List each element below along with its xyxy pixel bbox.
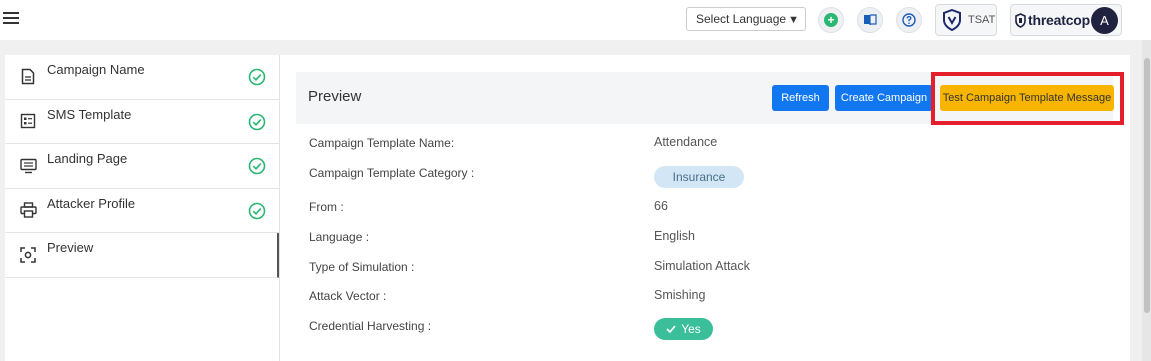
step-landing-page[interactable]: Landing Page (5, 144, 279, 189)
question-icon (902, 13, 916, 27)
help-button[interactable] (896, 7, 922, 33)
check-circle-icon (248, 68, 266, 86)
check-circle-icon (248, 202, 266, 219)
page-title: Preview (308, 88, 362, 105)
check-circle-icon (248, 157, 266, 175)
field-value: Smishing (654, 288, 706, 302)
step-preview[interactable]: Preview (5, 233, 279, 278)
step-label: Landing Page (47, 151, 128, 167)
guide-button[interactable] (857, 7, 883, 33)
brand-logo[interactable]: threatcop A (1010, 4, 1122, 36)
steps-sidebar: Campaign Name SMS Template Landing Page … (5, 55, 280, 361)
category-badge: Insurance (654, 166, 744, 188)
top-bar: Select Language ▼ + TSAT threatcop A (0, 0, 1151, 40)
check-icon (666, 325, 676, 333)
field-value: English (654, 229, 695, 243)
field-label: Language : (309, 230, 370, 244)
field-value: 66 (654, 199, 668, 213)
printer-icon (19, 201, 37, 219)
step-label: Campaign Name (47, 62, 145, 78)
document-icon (19, 68, 37, 86)
book-icon (864, 14, 877, 26)
avatar[interactable]: A (1091, 7, 1118, 34)
tsat-button[interactable]: TSAT (935, 4, 997, 36)
field-label: Campaign Template Category : (309, 166, 475, 180)
tsat-label: TSAT (968, 14, 996, 26)
field-label: Credential Harvesting : (309, 319, 432, 333)
scrollbar-thumb[interactable] (1144, 58, 1150, 313)
template-icon (19, 112, 37, 130)
scan-icon (19, 246, 37, 264)
shield-icon (943, 9, 961, 31)
menu-icon[interactable] (3, 12, 19, 26)
create-campaign-button[interactable]: Create Campaign (835, 85, 933, 111)
step-label: SMS Template (47, 106, 132, 122)
step-campaign-name[interactable]: Campaign Name (5, 55, 279, 100)
check-circle-icon (248, 113, 266, 130)
chevron-down-icon: ▼ (788, 14, 799, 26)
highlight-annotation (931, 72, 1124, 125)
refresh-button[interactable]: Refresh (772, 85, 829, 111)
status-badge: Yes (654, 318, 713, 340)
step-label: Attacker Profile (47, 195, 136, 211)
field-value: Simulation Attack (654, 259, 750, 273)
status-badge-label: Yes (681, 322, 701, 336)
step-attacker-profile[interactable]: Attacker Profile (5, 189, 279, 233)
threatcop-logo-icon (1015, 12, 1026, 28)
field-label: Type of Simulation : (309, 260, 415, 274)
field-value: Attendance (654, 135, 718, 149)
avatar-initial: A (1100, 13, 1109, 28)
language-select[interactable]: Select Language ▼ (686, 7, 806, 31)
monitor-icon (19, 157, 37, 175)
field-label: Attack Vector : (309, 289, 387, 303)
plus-icon: + (824, 13, 838, 27)
field-label: Campaign Template Name: (309, 136, 455, 150)
step-label: Preview (47, 240, 94, 256)
add-button[interactable]: + (818, 7, 844, 33)
language-select-value: Select Language (696, 12, 787, 26)
brand-name: threatcop (1028, 12, 1090, 28)
preview-panel: Preview Refresh Create Campaign Test Cam… (280, 55, 1130, 361)
field-label: From : (309, 200, 344, 214)
step-sms-template[interactable]: SMS Template (5, 100, 279, 144)
